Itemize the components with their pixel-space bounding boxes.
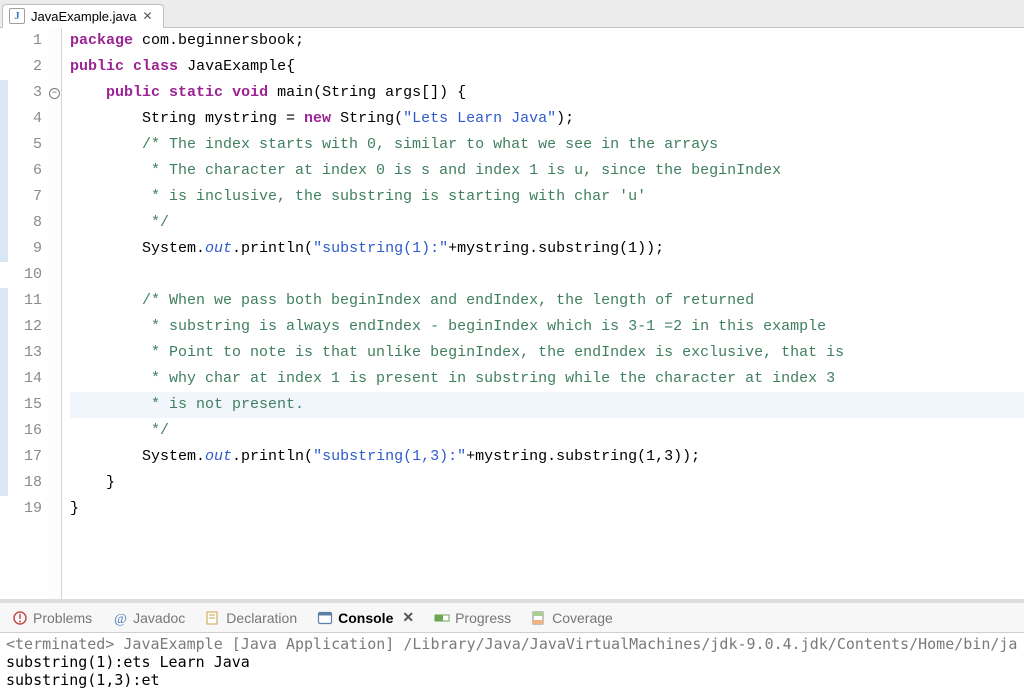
code-line[interactable]: */ (70, 418, 1024, 444)
java-file-icon: J (9, 8, 25, 24)
coverage-segment (0, 106, 8, 132)
bottom-tab-label: Declaration (226, 610, 297, 626)
fold-marker-bar: − (48, 28, 62, 599)
editor-tab-bar: J JavaExample.java ✕ (0, 0, 1024, 28)
console-view: <terminated> JavaExample [Java Applicati… (0, 633, 1024, 695)
coverage-segment (0, 470, 8, 496)
coverage-segment (0, 340, 8, 366)
line-number: 15 (8, 392, 42, 418)
coverage-segment (0, 418, 8, 444)
code-line[interactable]: * substring is always endIndex - beginIn… (70, 314, 1024, 340)
line-number-gutter: 12345678910111213141516171819 (8, 28, 48, 599)
code-line[interactable]: public static void main(String args[]) { (70, 80, 1024, 106)
line-number: 18 (8, 470, 42, 496)
line-number: 17 (8, 444, 42, 470)
javadoc-icon: @ (112, 610, 128, 626)
code-line[interactable]: System.out.println("substring(1):"+mystr… (70, 236, 1024, 262)
coverage-segment (0, 210, 8, 236)
coverage-segment (0, 54, 8, 80)
code-line[interactable]: /* The index starts with 0, similar to w… (70, 132, 1024, 158)
line-number: 6 (8, 158, 42, 184)
code-area[interactable]: package com.beginnersbook;public class J… (62, 28, 1024, 599)
coverage-segment (0, 28, 8, 54)
bottom-tab-label: Console (338, 610, 393, 626)
code-line[interactable]: } (70, 470, 1024, 496)
bottom-tab-javadoc[interactable]: @ Javadoc (108, 608, 189, 628)
line-number: 1 (8, 28, 42, 54)
bottom-tab-declaration[interactable]: Declaration (201, 608, 301, 628)
coverage-segment (0, 288, 8, 314)
bottom-tab-label: Problems (33, 610, 92, 626)
line-number: 12 (8, 314, 42, 340)
code-line[interactable]: * The character at index 0 is s and inde… (70, 158, 1024, 184)
code-line[interactable]: public class JavaExample{ (70, 54, 1024, 80)
coverage-segment (0, 236, 8, 262)
coverage-segment (0, 184, 8, 210)
coverage-icon (531, 610, 547, 626)
coverage-segment (0, 132, 8, 158)
coverage-segment (0, 496, 8, 522)
editor-tab-label: JavaExample.java (31, 9, 137, 24)
bottom-tab-problems[interactable]: Problems (8, 608, 96, 628)
code-line[interactable]: * why char at index 1 is present in subs… (70, 366, 1024, 392)
console-line: substring(1,3):et (6, 671, 1018, 689)
line-number: 3 (8, 80, 42, 106)
fold-toggle-icon[interactable]: − (49, 88, 60, 99)
coverage-segment (0, 366, 8, 392)
console-output: substring(1):ets Learn Javasubstring(1,3… (6, 653, 1018, 689)
declaration-icon (205, 610, 221, 626)
code-line[interactable] (70, 262, 1024, 288)
code-line[interactable]: /* When we pass both beginIndex and endI… (70, 288, 1024, 314)
coverage-segment (0, 444, 8, 470)
editor-tab-javaexample[interactable]: J JavaExample.java ✕ (2, 4, 164, 28)
line-number: 7 (8, 184, 42, 210)
coverage-segment (0, 158, 8, 184)
coverage-segment (0, 262, 8, 288)
close-tab-icon[interactable]: ✕ (143, 9, 153, 23)
bottom-tab-label: Javadoc (133, 610, 185, 626)
console-launch-header: <terminated> JavaExample [Java Applicati… (6, 635, 1018, 653)
code-editor[interactable]: 12345678910111213141516171819 − package … (0, 28, 1024, 599)
problems-icon (12, 610, 28, 626)
code-line[interactable]: */ (70, 210, 1024, 236)
bottom-tab-progress[interactable]: Progress (430, 608, 515, 628)
line-number: 16 (8, 418, 42, 444)
bottom-tab-coverage[interactable]: Coverage (527, 608, 617, 628)
bottom-tab-label: Progress (455, 610, 511, 626)
line-number: 9 (8, 236, 42, 262)
line-number: 4 (8, 106, 42, 132)
bottom-tab-console[interactable]: Console ✕ (313, 607, 418, 628)
code-line[interactable]: * Point to note is that unlike beginInde… (70, 340, 1024, 366)
coverage-ruler (0, 28, 8, 599)
line-number: 5 (8, 132, 42, 158)
svg-text:@: @ (114, 612, 127, 626)
line-number: 2 (8, 54, 42, 80)
progress-icon (434, 610, 450, 626)
coverage-segment (0, 80, 8, 106)
code-line[interactable]: } (70, 496, 1024, 522)
line-number: 10 (8, 262, 42, 288)
code-line[interactable]: String mystring = new String("Lets Learn… (70, 106, 1024, 132)
coverage-segment (0, 392, 8, 418)
console-icon (317, 610, 333, 626)
coverage-segment (0, 314, 8, 340)
bottom-tab-label: Coverage (552, 610, 613, 626)
bottom-view-tabs: Problems @ Javadoc Declaration Console ✕ Prog… (0, 603, 1024, 633)
line-number: 8 (8, 210, 42, 236)
code-line[interactable]: * is inclusive, the substring is startin… (70, 184, 1024, 210)
code-line[interactable]: System.out.println("substring(1,3):"+mys… (70, 444, 1024, 470)
line-number: 19 (8, 496, 42, 522)
line-number: 14 (8, 366, 42, 392)
code-line[interactable]: * is not present. (70, 392, 1024, 418)
console-line: substring(1):ets Learn Java (6, 653, 1018, 671)
line-number: 11 (8, 288, 42, 314)
code-line[interactable]: package com.beginnersbook; (70, 28, 1024, 54)
close-view-icon[interactable]: ✕ (402, 609, 414, 626)
line-number: 13 (8, 340, 42, 366)
